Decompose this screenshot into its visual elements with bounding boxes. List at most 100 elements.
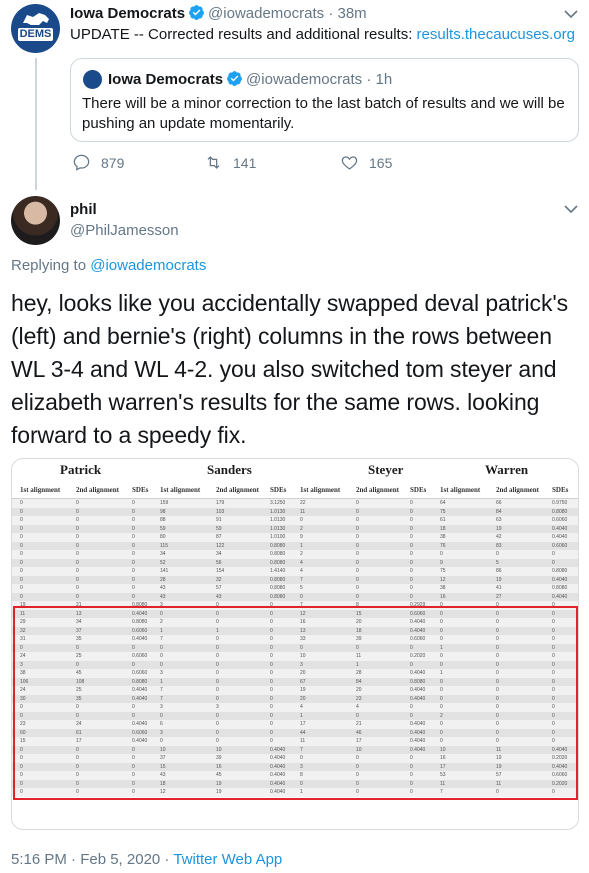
table-cell: 0 — [496, 619, 499, 625]
table-row: 15 17 0.4040 0 0 0 11 17 0.4040 0 0 0 — [12, 737, 578, 746]
table-cell: 0 — [132, 772, 135, 778]
table-cell: 0.6060 — [552, 772, 568, 778]
author-handle[interactable]: @iowademocrats — [208, 5, 324, 22]
table-cell: 0 — [440, 678, 443, 685]
table-cell: 0 — [20, 500, 23, 506]
table-cell: 7 — [440, 789, 443, 795]
table-cell: 0 — [76, 500, 79, 506]
table-cell: 0.6060 — [552, 542, 568, 549]
table-cell: 0 — [552, 670, 555, 676]
retweet-button[interactable]: 141 — [204, 153, 256, 172]
table-row: 24 25 0.6060 0 0 0 10 11 0.2020 0 0 0 — [12, 652, 578, 661]
table-cell: 0 — [132, 661, 135, 668]
table-cell: 15 — [160, 763, 166, 770]
tweet-timestamp[interactable]: 5:16 PM · Feb 5, 2020 · — [11, 851, 173, 868]
table-cell: 17 — [440, 763, 446, 770]
table-cell: 0.8080 — [552, 568, 568, 574]
table-cell: 0 — [20, 763, 23, 770]
table-cell: 52 — [160, 559, 166, 566]
table-cell: 20 — [300, 695, 306, 702]
table-cell: 0 — [410, 517, 413, 523]
table-cell: 1 — [160, 678, 163, 685]
reply-author-name[interactable]: phil — [70, 201, 97, 218]
table-cell: 0 — [132, 542, 135, 549]
table-cell: 19 — [496, 525, 502, 532]
retweet-icon — [207, 156, 220, 169]
table-cell: 0 — [270, 653, 273, 659]
table-row: 31 35 0.4040 7 0 0 33 39 0.6060 0 0 0 — [12, 635, 578, 644]
table-cell: 0 — [76, 551, 79, 557]
results-link[interactable]: results.thecaucuses.org — [417, 26, 575, 43]
table-cell: 0 — [356, 525, 359, 532]
table-cell: 0 — [216, 670, 219, 676]
table-cell: 0 — [76, 746, 79, 753]
table-cell: 2 — [160, 619, 163, 625]
table-cell: 45 — [216, 772, 222, 778]
table-cell: 0 — [216, 721, 219, 727]
chevron-down-icon[interactable] — [563, 9, 579, 19]
like-count: 165 — [369, 154, 393, 171]
chevron-down-icon[interactable] — [563, 204, 579, 214]
reply-author-handle[interactable]: @PhilJamesson — [70, 222, 179, 239]
table-cell: 0 — [160, 738, 163, 744]
table-cell: 10 — [300, 653, 306, 659]
results-table-image[interactable]: Patrick Sanders Steyer Warren 1st alignm… — [11, 458, 579, 830]
table-cell: 0 — [270, 678, 273, 685]
table-cell: 0 — [20, 508, 23, 515]
table-cell: 0.4040 — [410, 619, 426, 625]
replying-to-link[interactable]: @iowademocrats — [90, 257, 206, 274]
table-cell: 3.1250 — [270, 500, 286, 506]
table-cell: 0.2929 — [410, 602, 426, 608]
alignment-header: 2nd alignment — [76, 486, 119, 494]
table-cell: 159 — [160, 500, 169, 506]
table-cell: 7 — [160, 636, 163, 642]
table-cell: 0.8080 — [132, 619, 148, 625]
table-cell: 0 — [132, 712, 135, 719]
table-cell: 0.4040 — [132, 695, 148, 702]
phil-avatar[interactable] — [11, 196, 60, 245]
table-cell: 34 — [160, 551, 166, 557]
table-cell: 0 — [160, 661, 163, 668]
table-row: 19 21 0.8080 3 0 0 7 8 0.2929 0 0 0 — [12, 601, 578, 610]
table-cell: 0.4040 — [552, 763, 568, 770]
table-cell: 0.6060 — [410, 636, 426, 642]
table-cell: 0.4040 — [410, 721, 426, 727]
iowa-democrats-avatar[interactable]: DEMS — [11, 4, 60, 53]
table-cell: 0 — [76, 542, 79, 549]
tweet-time[interactable]: 38m — [338, 5, 367, 22]
table-cell: 106 — [20, 678, 29, 685]
quoted-tweet[interactable]: Iowa Democrats @iowademocrats · 1h There … — [70, 58, 579, 142]
table-row: 0 0 0 59 59 1.0130 2 0 0 18 19 0.4040 — [12, 524, 578, 533]
table-cell: 59 — [216, 525, 222, 532]
table-cell: 0.2020 — [552, 755, 568, 761]
table-cell: 0 — [270, 636, 273, 642]
table-cell: 0 — [132, 500, 135, 506]
table-cell: 0.8080 — [270, 551, 286, 557]
table-cell: 0.4040 — [270, 763, 286, 770]
table-cell: 37 — [160, 755, 166, 761]
table-cell: 0 — [440, 551, 443, 557]
table-cell: 0 — [132, 763, 135, 770]
author-name[interactable]: Iowa Democrats — [70, 5, 185, 22]
reply-button[interactable]: 879 — [72, 153, 124, 172]
table-cell: 0 — [496, 602, 499, 608]
table-cell: 0 — [160, 610, 163, 617]
table-row: 60 61 0.6060 3 0 0 44 46 0.4040 0 0 0 — [12, 728, 578, 737]
table-cell: 0.4040 — [132, 738, 148, 744]
table-row: 29 34 0.8080 2 0 0 16 20 0.4040 0 0 0 — [12, 618, 578, 627]
table-cell: 1.0100 — [270, 534, 286, 540]
table-cell: 0 — [440, 704, 443, 710]
like-button[interactable]: 165 — [340, 153, 392, 172]
table-cell: 84 — [356, 678, 362, 685]
table-row: 0 0 0 0 0 0 0 0 0 1 0 0 — [12, 643, 578, 652]
table-cell: 0 — [76, 772, 79, 778]
table-cell: 19 — [496, 763, 502, 770]
table-cell: 0 — [216, 644, 219, 651]
table-cell: 13 — [76, 610, 82, 617]
table-cell: 0 — [496, 670, 499, 676]
table-row: 0 0 0 43 45 0.4040 8 0 0 53 57 0.6060 — [12, 771, 578, 780]
table-cell: 86 — [496, 568, 502, 574]
table-cell: 0 — [76, 517, 79, 523]
alignment-header: 2nd alignment — [216, 486, 259, 494]
source-app-link[interactable]: Twitter Web App — [173, 851, 282, 868]
